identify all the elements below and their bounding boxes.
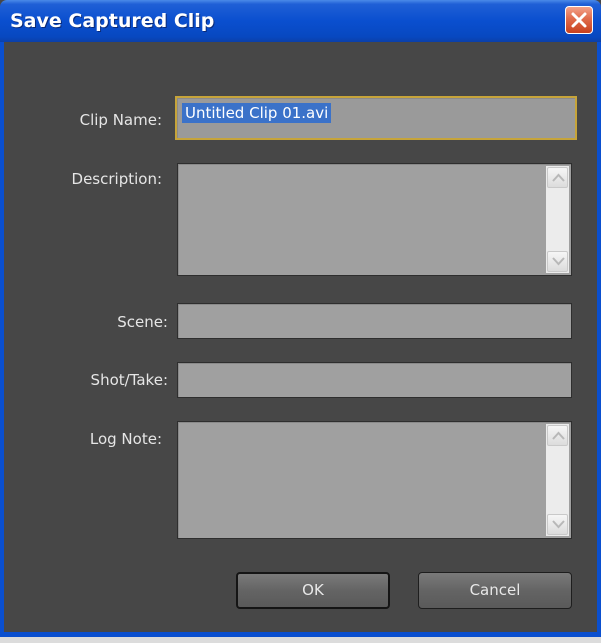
save-captured-clip-dialog: Save Captured Clip Clip Name: Untitled C… [0, 0, 601, 643]
chevron-up-icon [552, 431, 565, 440]
title-bar[interactable]: Save Captured Clip [0, 0, 601, 42]
ok-button[interactable]: OK [236, 572, 390, 609]
clip-name-input[interactable]: Untitled Clip 01.avi [175, 96, 577, 140]
scene-label: Scene: [117, 313, 168, 331]
window-frame-right [597, 42, 601, 632]
cancel-button[interactable]: Cancel [418, 572, 572, 609]
clip-name-label: Clip Name: [79, 111, 162, 129]
clip-name-value: Untitled Clip 01.avi [182, 103, 332, 123]
chevron-up-icon [552, 173, 565, 182]
chevron-down-icon [552, 257, 565, 266]
shot-take-input[interactable] [177, 362, 572, 398]
shot-take-label: Shot/Take: [90, 371, 168, 389]
dialog-title: Save Captured Clip [10, 10, 215, 32]
description-textarea[interactable] [177, 163, 572, 276]
log-note-scrollbar[interactable] [546, 424, 569, 536]
description-scrollbar[interactable] [546, 166, 569, 273]
description-label: Description: [71, 170, 162, 188]
chevron-down-icon [552, 520, 565, 529]
log-note-textarea[interactable] [177, 421, 572, 539]
log-note-label: Log Note: [89, 430, 162, 448]
background-strip [0, 637, 601, 643]
scroll-up-button[interactable] [547, 167, 568, 188]
close-icon [571, 12, 587, 28]
close-button[interactable] [565, 6, 593, 34]
scroll-down-button[interactable] [547, 514, 568, 535]
scroll-up-button[interactable] [547, 425, 568, 446]
scene-input[interactable] [177, 303, 572, 339]
scroll-down-button[interactable] [547, 251, 568, 272]
